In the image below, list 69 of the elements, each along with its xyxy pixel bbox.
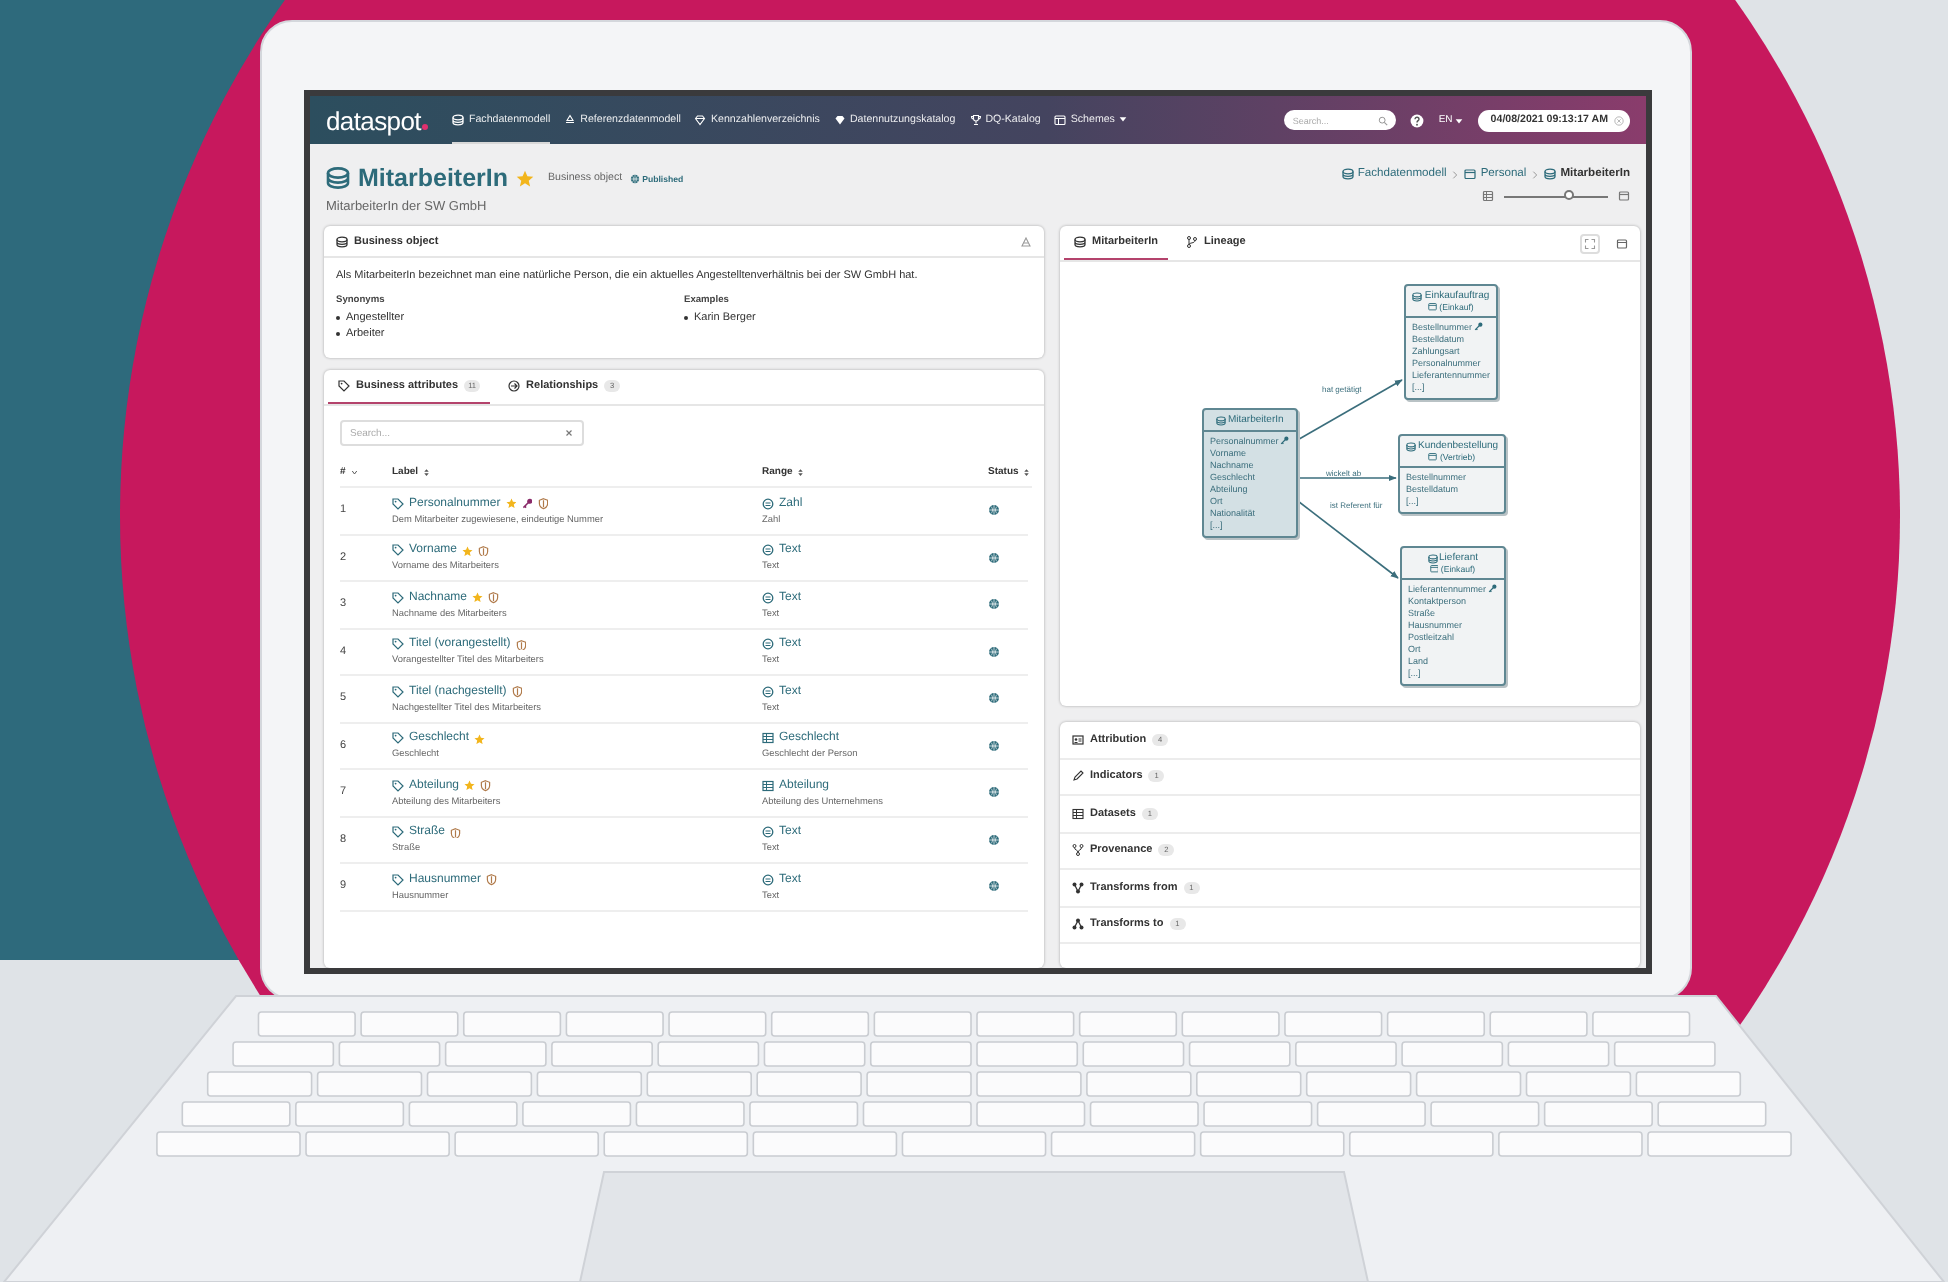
table-icon [1072,807,1084,820]
expand-icon [1584,237,1596,249]
database-icon [1544,168,1557,180]
tag-icon [392,591,404,604]
window-icon [1616,237,1628,249]
database-icon [1341,168,1354,180]
sort-icon [796,467,806,477]
globe-icon [988,880,1000,893]
globe-icon [988,786,1000,799]
tag-icon [338,380,350,392]
page-title: MitarbeiterIn [358,164,509,192]
pencil-icon [1072,770,1084,783]
help-icon [1410,113,1425,127]
globe-icon [988,692,1000,705]
globe-icon [988,739,1000,752]
table-icon [1482,190,1494,202]
database-icon [1406,441,1416,451]
slider-thumb[interactable] [1563,190,1574,200]
folder-icon [1464,168,1477,180]
tag-icon [392,685,404,698]
search-icon [1378,115,1389,125]
database-icon [336,235,348,247]
id-card-icon [1072,733,1084,746]
help-button[interactable] [1410,113,1425,127]
chevron-icon [1450,169,1461,179]
tag-icon [392,544,404,557]
database-icon [326,166,350,190]
split-icon [1072,918,1084,931]
database-icon [1412,291,1423,301]
tag-icon [392,873,404,886]
tag-icon [392,779,404,792]
sort-icon [422,467,432,477]
tag-icon [392,638,404,651]
fullscreen-button[interactable] [1580,233,1600,253]
fork-icon [1072,844,1084,857]
globe-icon [630,173,641,183]
logo-text[interactable]: dataspot [326,105,421,135]
diamond-icon [694,113,707,125]
database-icon [1215,415,1226,425]
globe-icon [988,598,1000,611]
globe-icon [988,551,1000,564]
database-icon [452,113,465,125]
globe-icon [988,645,1000,658]
merge-icon [1072,881,1084,894]
trophy-icon [969,113,982,125]
folder-icon [1429,564,1439,574]
database-icon [1427,553,1438,563]
globe-icon [988,504,1000,517]
branch-icon [1186,236,1199,248]
caret-icon [1118,114,1129,124]
clear-icon [1614,115,1624,125]
folder-icon [1428,452,1438,462]
database-icon [1074,236,1086,248]
tag-icon [392,732,404,745]
sort-down-icon [349,467,359,477]
tag-icon [392,497,404,510]
globe-icon [988,833,1000,846]
sort-icon [1022,467,1032,477]
tag-icon [392,826,404,839]
caret-icon [1454,115,1465,125]
table-icon [1054,113,1067,125]
clear-icon [564,428,574,438]
arrow-circle-icon [508,380,521,392]
window-button[interactable] [1616,237,1628,249]
window-icon [1618,190,1630,202]
folder-icon [1428,302,1438,312]
chevron-icon [1530,169,1541,179]
gem-icon [833,113,846,125]
logo-dot-icon [422,123,429,129]
